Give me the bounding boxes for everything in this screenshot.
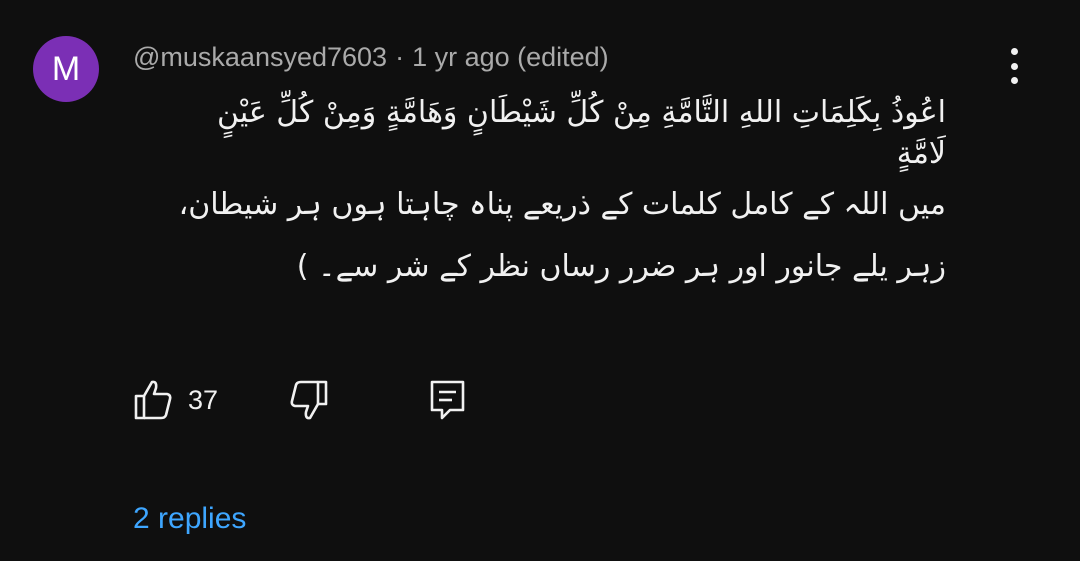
urdu-text-line-1: میں اللہ کے کامل کلمات کے ذریعے پناہ چاہ…: [178, 187, 946, 222]
comment-header: @muskaansyed7603 · 1 yr ago (edited): [133, 42, 609, 73]
header-separator: ·: [395, 42, 405, 72]
more-dot-icon: [1010, 48, 1018, 55]
dislike-button[interactable]: [288, 378, 330, 422]
thumbs-down-icon: [290, 380, 328, 420]
comment-icon: [430, 380, 465, 420]
like-button[interactable]: 37: [132, 378, 218, 422]
reply-button[interactable]: [428, 378, 468, 422]
replies-link[interactable]: 2 replies: [133, 502, 246, 536]
more-dot-icon: [1010, 77, 1018, 84]
urdu-text-line-2: زہر یلے جانور اور ہر ضرر رساں نظر کے شر …: [296, 249, 946, 284]
comment-actions: 37: [132, 378, 532, 428]
arabic-text-line-2: لَامَّةٍ: [896, 136, 946, 171]
comment-timestamp[interactable]: 1 yr ago (edited): [412, 42, 609, 72]
comment-body: اعُوذُ بِكَلِمَاتِ اللهِ التَّامَّةِ مِن…: [130, 92, 946, 298]
avatar-letter: M: [51, 49, 81, 88]
more-options-button[interactable]: [1000, 48, 1028, 84]
like-count: 37: [188, 384, 219, 415]
more-dot-icon: [1010, 62, 1018, 70]
comment-username[interactable]: @muskaansyed7603: [133, 42, 387, 72]
comment-avatar[interactable]: M: [33, 36, 99, 102]
thumbs-up-icon: [134, 380, 172, 420]
arabic-text-line-1: اعُوذُ بِكَلِمَاتِ اللهِ التَّامَّةِ مِن…: [216, 95, 946, 130]
